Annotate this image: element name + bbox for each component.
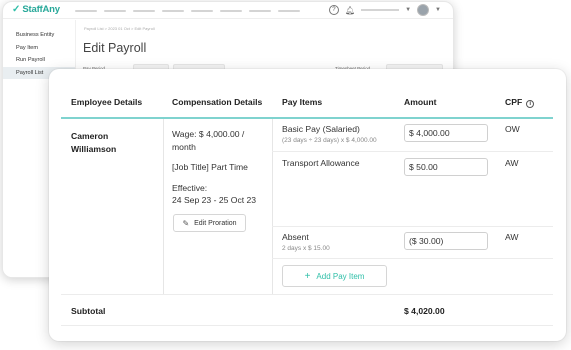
employee-first-name: Cameron — [71, 131, 109, 141]
employee-last-name: Williamson — [71, 144, 117, 154]
avatar[interactable] — [417, 4, 430, 16]
payroll-detail-card: Employee Details Compensation Details Pa… — [49, 69, 566, 341]
top-nav-item[interactable] — [133, 10, 155, 12]
pay-item-name: Basic Pay (Salaried) — [282, 124, 360, 134]
breadcrumb[interactable]: Payroll List > 2023 01 Oct > Edit Payrol… — [84, 26, 155, 31]
top-nav-item[interactable] — [220, 10, 242, 12]
plus-icon: + — [304, 270, 311, 282]
row-divider — [272, 258, 553, 259]
sidebar-item-run-payroll[interactable]: Run Payroll — [3, 54, 75, 67]
staffany-logo-icon: ✓ — [12, 4, 21, 15]
job-title: [Job Title] Part Time — [172, 162, 248, 172]
header-divider — [61, 117, 553, 119]
edit-proration-button[interactable]: ✎ Edit Proration — [173, 214, 246, 232]
top-nav-item[interactable] — [162, 10, 184, 12]
column-divider — [272, 119, 273, 295]
logo-text: StaffAny — [22, 4, 60, 15]
edit-proration-label: Edit Proration — [194, 219, 237, 227]
pay-item-detail: 2 days x $ 15.00 — [282, 245, 330, 252]
help-icon[interactable]: ? — [328, 5, 339, 15]
amount-input[interactable]: ($ 30.00) — [404, 232, 488, 250]
pay-item-name: Transport Allowance — [282, 158, 360, 168]
header-amount: Amount — [404, 97, 437, 107]
amount-input[interactable]: $ 4,000.00 — [404, 124, 488, 142]
top-right-actions: ? 🔔︎ ▼ ▼ — [328, 4, 441, 16]
effective-dates: 24 Sep 23 - 25 Oct 23 — [172, 195, 257, 205]
header-pay-items: Pay Items — [282, 97, 323, 107]
top-nav-item[interactable] — [104, 10, 126, 12]
top-nav-item[interactable] — [278, 10, 300, 12]
chevron-down-icon[interactable]: ▼ — [405, 7, 411, 13]
header-compensation-details: Compensation Details — [172, 97, 263, 107]
employee-name: Cameron Williamson — [71, 130, 151, 156]
sidebar-item-business-entity[interactable]: Business Entity — [3, 29, 75, 42]
subtotal-amount: $ 4,020.00 — [404, 306, 445, 316]
header-employee-details: Employee Details — [71, 97, 143, 107]
column-divider — [163, 119, 164, 295]
cpf-type: AW — [505, 158, 519, 168]
top-nav-item[interactable] — [249, 10, 271, 12]
sidebar-item-pay-item[interactable]: Pay Item — [3, 42, 75, 55]
top-nav-item[interactable] — [75, 10, 97, 12]
user-name-placeholder[interactable] — [361, 9, 400, 11]
row-divider — [272, 151, 553, 152]
pay-item-name: Absent — [282, 232, 309, 242]
page-title: Edit Payroll — [83, 41, 147, 55]
cpf-type: OW — [505, 124, 520, 134]
amount-input[interactable]: $ 50.00 — [404, 158, 488, 176]
breadcrumb-text: Payroll List > 2023 01 Oct > Edit Payrol… — [84, 26, 155, 31]
row-divider — [272, 226, 553, 227]
logo[interactable]: ✓ StaffAny — [12, 4, 60, 15]
add-pay-item-button[interactable]: + Add Pay Item — [282, 265, 387, 287]
wage-period: month — [172, 142, 196, 152]
subtotal-divider — [61, 294, 553, 295]
bell-icon[interactable]: 🔔︎ — [345, 6, 355, 15]
wage-line: Wage: $ 4,000.00 / — [172, 129, 245, 139]
add-pay-item-label: Add Pay Item — [316, 271, 365, 281]
pay-item-detail: (23 days ÷ 23 days) x $ 4,000.00 — [282, 137, 377, 144]
top-nav-item[interactable] — [191, 10, 213, 12]
cpf-type: AW — [505, 232, 519, 242]
subtotal-label: Subtotal — [71, 306, 106, 316]
bottom-divider — [61, 325, 553, 326]
chevron-down-icon[interactable]: ▼ — [435, 7, 441, 13]
pencil-icon: ✎ — [182, 218, 190, 228]
top-bar: ✓ StaffAny ? 🔔︎ ▼ ▼ — [3, 2, 453, 19]
header-cpf: CPF i — [505, 97, 535, 108]
header-cpf-label: CPF — [505, 97, 523, 107]
info-icon[interactable]: i — [526, 100, 535, 108]
